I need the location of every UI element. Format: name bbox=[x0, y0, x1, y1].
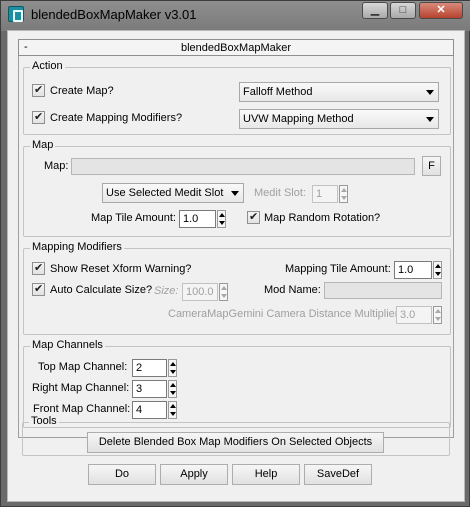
rollout-header[interactable]: - blendedBoxMapMaker bbox=[18, 39, 454, 56]
map-method-value: Falloff Method bbox=[243, 86, 313, 98]
spinner-down-icon bbox=[435, 272, 441, 276]
gemini-multiplier-value: 3.0 bbox=[400, 309, 416, 321]
map-tile-value: 1.0 bbox=[183, 213, 199, 225]
map-group: Map Map: F Use Selected Medit Slot Medit… bbox=[23, 139, 451, 237]
rollout-body: Action Create Map? Falloff Method Create… bbox=[18, 56, 454, 438]
front-channel-spinner[interactable] bbox=[168, 401, 177, 419]
right-channel-field[interactable]: 3 bbox=[132, 380, 167, 398]
close-button[interactable]: ✕ bbox=[419, 2, 463, 19]
create-map-checkbox[interactable] bbox=[32, 83, 45, 97]
spinner-up-icon bbox=[341, 188, 347, 192]
map-field[interactable] bbox=[71, 158, 415, 175]
size-field: 100.0 bbox=[182, 283, 218, 301]
spinner-down-icon bbox=[170, 391, 176, 395]
random-rotation-label: Map Random Rotation? bbox=[264, 212, 381, 224]
app-icon bbox=[8, 6, 24, 22]
spinner-up-icon bbox=[435, 309, 441, 313]
mapping-tile-label: Mapping Tile Amount: bbox=[285, 263, 391, 275]
size-label: Size: bbox=[154, 285, 179, 297]
random-rotation-checkbox[interactable] bbox=[247, 210, 260, 224]
map-channels-group-label: Map Channels bbox=[30, 339, 105, 351]
top-channel-field[interactable]: 2 bbox=[132, 359, 167, 377]
map-tile-field[interactable]: 1.0 bbox=[179, 210, 216, 228]
app-window: blendedBoxMapMaker v3.01 ▁ □ ✕ - blended… bbox=[0, 0, 470, 507]
maximize-button[interactable]: □ bbox=[390, 2, 416, 19]
modifier-method-value: UVW Mapping Method bbox=[243, 113, 354, 125]
spinner-up-icon bbox=[170, 404, 176, 408]
top-channel-spinner[interactable] bbox=[168, 359, 177, 377]
tools-group: Tools Delete Blended Box Map Modifiers O… bbox=[22, 415, 450, 456]
dialog-client-area: - blendedBoxMapMaker Action Create Map? … bbox=[7, 30, 465, 502]
right-channel-spinner[interactable] bbox=[168, 380, 177, 398]
delete-modifiers-button[interactable]: Delete Blended Box Map Modifiers On Sele… bbox=[87, 432, 384, 453]
size-value: 100.0 bbox=[186, 286, 214, 298]
medit-slot-spinner bbox=[339, 185, 348, 203]
front-channel-field[interactable]: 4 bbox=[132, 401, 167, 419]
medit-slot-label: Medit Slot: bbox=[254, 187, 306, 199]
create-modifiers-checkbox[interactable] bbox=[32, 110, 45, 124]
window-title: blendedBoxMapMaker v3.01 bbox=[31, 7, 197, 22]
front-channel-value: 4 bbox=[136, 404, 143, 416]
spinner-down-icon bbox=[170, 412, 176, 416]
spinner-up-icon bbox=[170, 362, 176, 366]
minimize-button[interactable]: ▁ bbox=[362, 2, 388, 19]
reset-warning-label: Show Reset Xform Warning? bbox=[50, 263, 192, 275]
medit-slot-field: 1 bbox=[312, 185, 338, 203]
map-group-label: Map bbox=[30, 139, 56, 151]
map-tile-spinner[interactable] bbox=[217, 210, 226, 228]
map-tile-label: Map Tile Amount: bbox=[91, 212, 176, 224]
mod-name-field[interactable] bbox=[324, 282, 442, 299]
chevron-down-icon bbox=[426, 90, 434, 95]
auto-size-checkbox[interactable] bbox=[32, 282, 45, 296]
apply-button[interactable]: Apply bbox=[160, 464, 228, 485]
gemini-multiplier-field: 3.0 bbox=[396, 306, 432, 324]
action-group: Action Create Map? Falloff Method Create… bbox=[23, 60, 451, 135]
mod-name-label: Mod Name: bbox=[264, 284, 321, 296]
mapping-tile-value: 1.0 bbox=[398, 264, 414, 276]
title-bar[interactable]: blendedBoxMapMaker v3.01 ▁ □ ✕ bbox=[1, 1, 470, 31]
size-spinner bbox=[219, 283, 228, 301]
gemini-multiplier-label: CameraMapGemini Camera Distance Multipli… bbox=[168, 308, 402, 320]
help-button[interactable]: Help bbox=[232, 464, 300, 485]
spinner-down-icon bbox=[341, 196, 347, 200]
chevron-down-icon bbox=[426, 117, 434, 122]
medit-slot-value: 1 bbox=[316, 188, 323, 200]
spinner-down-icon bbox=[221, 294, 227, 298]
spinner-up-icon bbox=[221, 286, 227, 290]
mapping-modifiers-group-label: Mapping Modifiers bbox=[30, 241, 124, 253]
front-channel-label: Front Map Channel: bbox=[33, 403, 131, 415]
spinner-down-icon bbox=[170, 370, 176, 374]
spinner-up-icon bbox=[219, 213, 225, 217]
spinner-up-icon bbox=[170, 383, 176, 387]
map-channels-group: Map Channels Top Map Channel: 2 Right Ma… bbox=[23, 339, 451, 428]
reset-warning-checkbox[interactable] bbox=[32, 261, 45, 275]
medit-slot-dropdown[interactable]: Use Selected Medit Slot bbox=[102, 183, 244, 203]
create-modifiers-label: Create Mapping Modifiers? bbox=[50, 112, 183, 124]
mapping-modifiers-group: Mapping Modifiers Show Reset Xform Warni… bbox=[23, 241, 451, 335]
mapping-tile-spinner[interactable] bbox=[433, 261, 442, 279]
spinner-up-icon bbox=[435, 264, 441, 268]
mapping-tile-field[interactable]: 1.0 bbox=[394, 261, 432, 279]
top-channel-label: Top Map Channel: bbox=[38, 361, 128, 373]
action-group-label: Action bbox=[30, 60, 65, 72]
map-method-dropdown[interactable]: Falloff Method bbox=[239, 82, 439, 102]
savedef-button[interactable]: SaveDef bbox=[304, 464, 372, 485]
do-button[interactable]: Do bbox=[88, 464, 156, 485]
spinner-down-icon bbox=[435, 317, 441, 321]
chevron-down-icon bbox=[231, 191, 239, 196]
right-channel-label: Right Map Channel: bbox=[32, 382, 130, 394]
auto-size-label: Auto Calculate Size? bbox=[50, 284, 153, 296]
right-channel-value: 3 bbox=[136, 383, 143, 395]
create-map-label: Create Map? bbox=[50, 85, 114, 97]
map-label: Map: bbox=[44, 160, 69, 172]
f-button[interactable]: F bbox=[422, 156, 441, 176]
rollout-title: blendedBoxMapMaker bbox=[180, 42, 292, 54]
spinner-down-icon bbox=[219, 221, 225, 225]
modifier-method-dropdown[interactable]: UVW Mapping Method bbox=[239, 109, 439, 129]
top-channel-value: 2 bbox=[136, 362, 143, 374]
medit-slot-dropdown-value: Use Selected Medit Slot bbox=[106, 187, 224, 199]
tools-group-label: Tools bbox=[29, 415, 59, 427]
gemini-multiplier-spinner bbox=[433, 306, 442, 324]
